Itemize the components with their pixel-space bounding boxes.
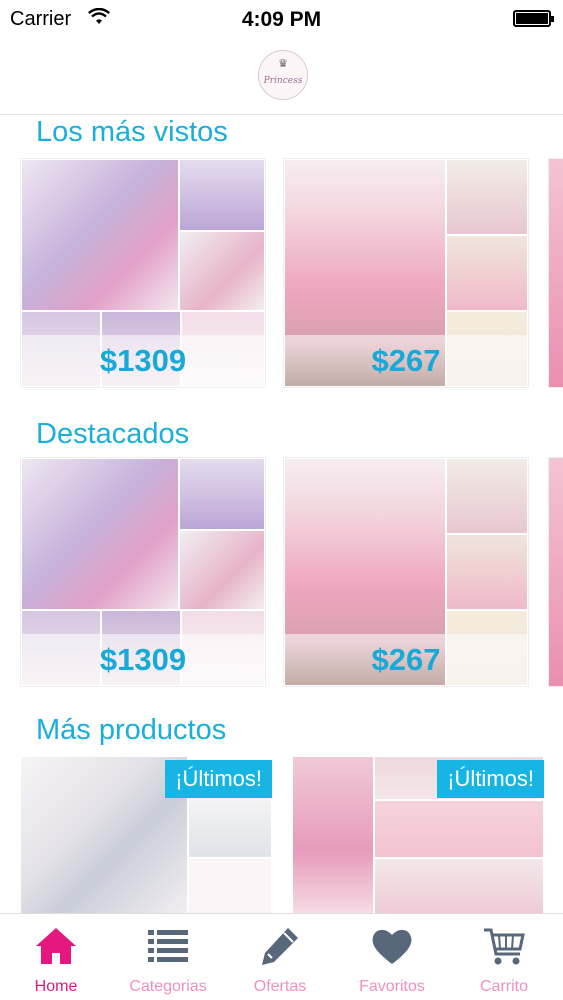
list-icon [148,930,188,962]
tab-label: Categorias [129,978,207,995]
product-card[interactable]: $267 [283,158,529,388]
section-title-featured: Destacados [36,418,190,450]
tab-label: Ofertas [253,978,307,995]
last-units-badge: ¡Últimos! [437,760,544,798]
product-price: $1309 [99,642,187,677]
product-tile[interactable]: ¡Últimos! [20,756,272,914]
product-card[interactable]: $267 [283,457,529,687]
carousel-most-viewed[interactable]: $1309 $267 [0,158,563,388]
status-bar: Carrier 4:09 PM [0,0,563,40]
product-price: $1309 [99,343,187,378]
product-tile[interactable]: ¡Últimos! [292,756,544,914]
product-price: $267 [371,343,441,378]
logo-text: Princess [263,76,303,86]
product-card[interactable]: $1309 [20,457,266,687]
tab-label: Home [34,978,78,995]
section-title-more-products: Más productos [36,714,227,746]
nav-bar: ♛ Princess [0,40,563,115]
tab-bar: Home Categorias Ofertas Favoritos Carrit… [0,913,563,1000]
battery-icon [513,10,554,27]
store-logo[interactable]: ♛ Princess [258,50,308,100]
status-time: 4:09 PM [241,8,322,31]
tab-favorites[interactable]: Favoritos [336,914,448,1000]
last-units-badge: ¡Últimos! [165,760,272,798]
tab-categories[interactable]: Categorias [112,914,224,1000]
tab-offers[interactable]: Ofertas [224,914,336,1000]
carousel-featured[interactable]: $1309 $267 [0,457,563,687]
home-icon [36,928,76,964]
tab-cart[interactable]: Carrito [448,914,560,1000]
crown-icon: ♛ [278,58,288,70]
pencil-icon [262,928,298,965]
tab-home[interactable]: Home [0,914,112,1000]
product-card-peek[interactable] [548,457,563,687]
tab-label: Carrito [479,978,528,995]
section-title-most-viewed: Los más vistos [36,116,228,148]
tab-label: Favoritos [359,978,425,995]
heart-icon [372,929,412,964]
product-card-peek[interactable] [548,158,563,388]
cart-icon [484,928,525,965]
product-card[interactable]: $1309 [20,158,266,388]
product-price: $267 [371,642,441,677]
